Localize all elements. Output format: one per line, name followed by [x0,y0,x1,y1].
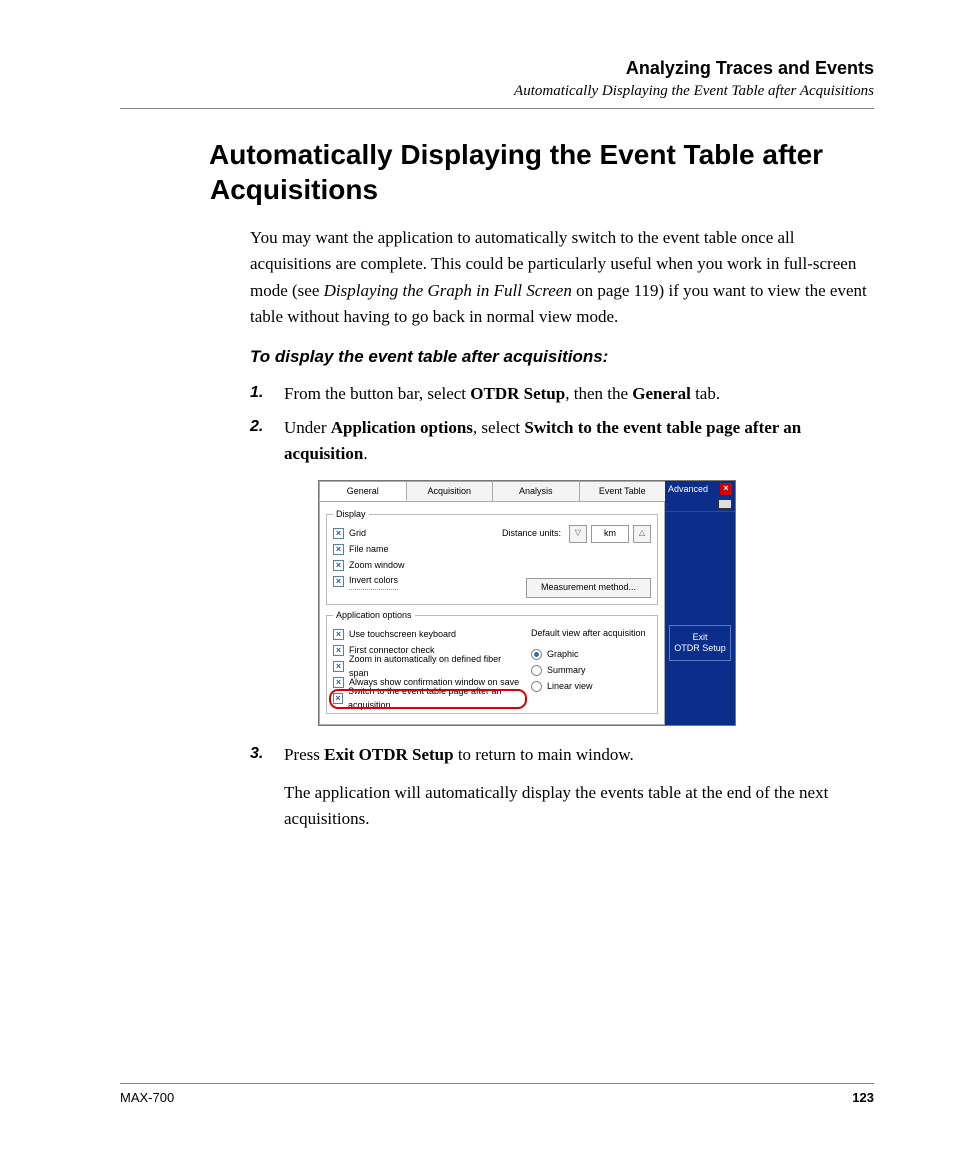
close-icon[interactable]: × [720,483,732,495]
step-2: 2. Under Application options, select Swi… [250,415,874,726]
switch-event-checkbox[interactable]: × [333,693,343,704]
application-options-group-label: Application options [333,609,415,623]
exit-label-line1: Exit [692,632,707,642]
file-name-checkbox[interactable]: × [333,544,344,555]
invert-colors-checkbox[interactable]: × [333,576,344,587]
summary-radio[interactable] [531,665,542,676]
step-text: tab. [691,384,720,403]
section-title: Automatically Displaying the Event Table… [120,137,874,207]
display-group-label: Display [333,508,369,522]
step-result: The application will automatically displ… [284,780,874,833]
otdr-setup-screenshot: General Acquisition Analysis Event Table… [318,480,736,726]
distance-down-button[interactable]: ▽ [569,525,587,543]
step-text: , select [473,418,524,437]
step-bold: General [632,384,691,403]
display-group: Display × Grid Distance units: ▽ km △ [326,508,658,605]
default-view-label: Default view after acquisition [531,627,651,641]
step-bold: Application options [331,418,473,437]
chapter-title: Analyzing Traces and Events [120,58,874,79]
section-subtitle: Automatically Displaying the Event Table… [120,83,874,100]
keyboard-icon[interactable] [718,499,732,509]
graphic-radio[interactable] [531,649,542,660]
step-3: 3. Press Exit OTDR Setup to return to ma… [250,742,874,833]
step-number: 1. [250,381,263,406]
step-bold: OTDR Setup [470,384,565,403]
step-bold: Exit OTDR Setup [324,745,453,764]
cross-reference: Displaying the Graph in Full Screen [324,281,572,300]
touchscreen-label: Use touchscreen keyboard [349,628,456,642]
grid-label: Grid [349,527,366,541]
footer-product: MAX-700 [120,1090,174,1105]
always-confirm-checkbox[interactable]: × [333,677,344,688]
step-text: Press [284,745,324,764]
distance-up-button[interactable]: △ [633,525,651,543]
tab-analysis[interactable]: Analysis [492,481,580,501]
step-text: . [363,444,367,463]
graphic-label: Graphic [547,648,579,662]
application-options-group: Application options Default view after a… [326,609,658,714]
touchscreen-checkbox[interactable]: × [333,629,344,640]
tab-acquisition[interactable]: Acquisition [406,481,494,501]
step-text: From the button bar, select [284,384,470,403]
intro-paragraph: You may want the application to automati… [250,225,874,330]
step-text: , then the [565,384,632,403]
zoom-auto-checkbox[interactable]: × [333,661,344,672]
invert-colors-label: Invert colors [349,574,398,590]
grid-checkbox[interactable]: × [333,528,344,539]
exit-label-line2: OTDR Setup [674,643,726,653]
switch-event-label: Switch to the event table page after an … [348,685,523,713]
zoom-window-label: Zoom window [349,559,405,573]
step-number: 2. [250,415,263,440]
linear-label: Linear view [547,680,593,694]
step-1: 1. From the button bar, select OTDR Setu… [250,381,874,407]
procedure-heading: To display the event table after acquisi… [250,344,874,370]
summary-label: Summary [547,664,586,678]
zoom-window-checkbox[interactable]: × [333,560,344,571]
tab-event-table[interactable]: Event Table [579,481,667,501]
measurement-method-button[interactable]: Measurement method... [526,578,651,598]
header-rule [120,108,874,109]
first-connector-checkbox[interactable]: × [333,645,344,656]
tab-general[interactable]: General [319,481,407,501]
distance-units-label: Distance units: [502,527,561,541]
exit-otdr-setup-button[interactable]: Exit OTDR Setup [669,625,731,661]
distance-unit-value: km [591,525,629,543]
advanced-button[interactable]: Advanced [668,483,708,497]
step-text: to return to main window. [454,745,634,764]
file-name-label: File name [349,543,389,557]
step-number: 3. [250,742,263,767]
step-text: Under [284,418,331,437]
linear-radio[interactable] [531,681,542,692]
page-number: 123 [852,1090,874,1105]
